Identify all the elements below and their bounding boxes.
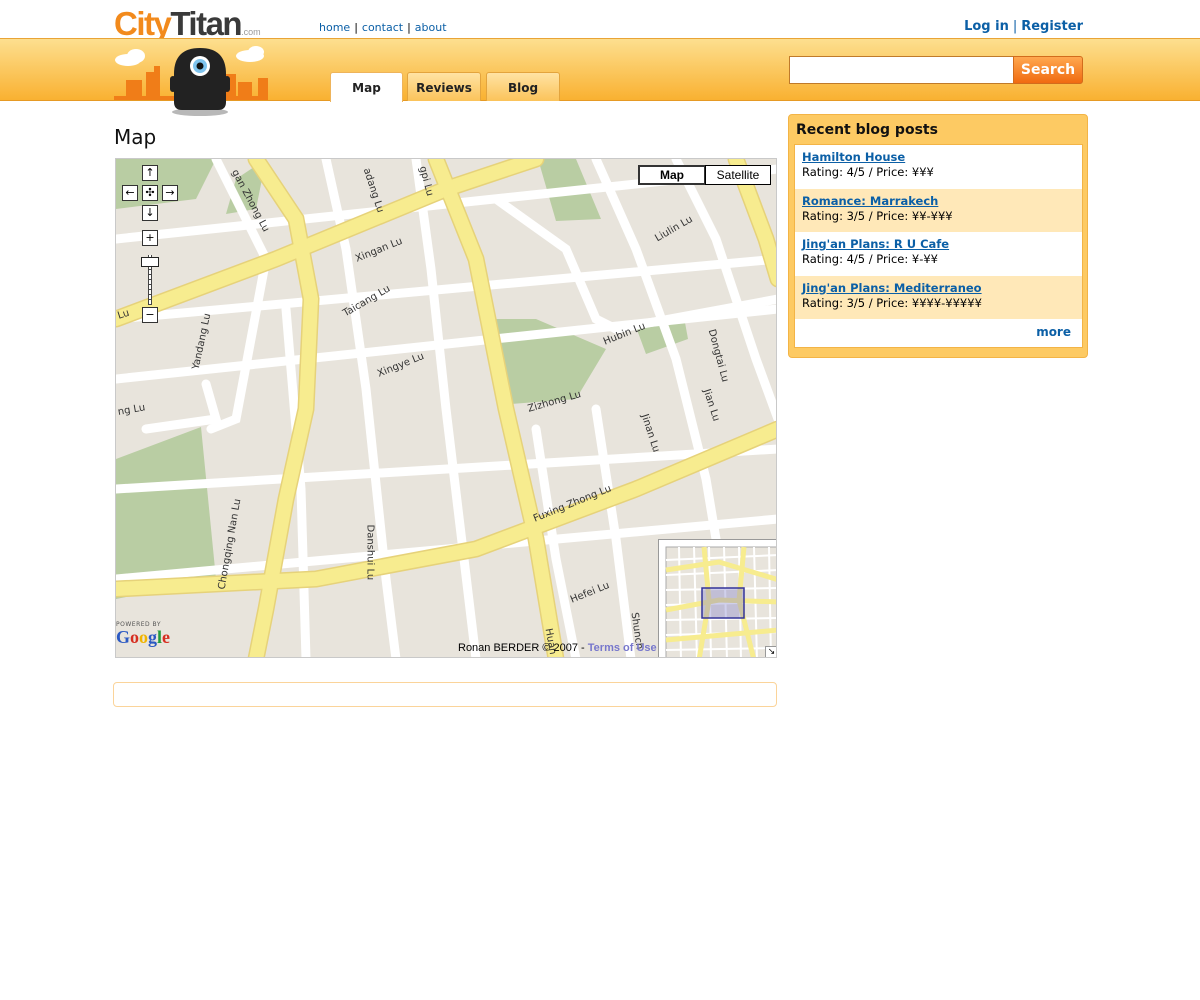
map-view[interactable]: gan Zhong Lu adang Lu gpi Lu Xingan Lu L… bbox=[115, 158, 777, 658]
mascot-skyline-illustration bbox=[114, 46, 268, 116]
overview-toggle-icon[interactable]: ↘ bbox=[765, 646, 776, 657]
recent-blog-posts-panel: Recent blog posts Hamilton House Rating:… bbox=[788, 114, 1088, 358]
home-link[interactable]: home bbox=[319, 21, 350, 34]
post-title-link[interactable]: Hamilton House bbox=[802, 150, 1075, 165]
map-type-satellite-button[interactable]: Satellite bbox=[705, 165, 771, 185]
zoom-out-icon[interactable]: − bbox=[142, 307, 158, 323]
pan-up-icon[interactable]: ↑ bbox=[142, 165, 158, 181]
google-logo[interactable]: POWERED BY Google bbox=[116, 621, 170, 646]
list-item: Jing'an Plans: Mediterraneo Rating: 3/5 … bbox=[795, 275, 1082, 319]
map-copyright: Ronan BERDER © 2007 - Terms of Use bbox=[458, 642, 657, 654]
pan-down-icon[interactable]: ↓ bbox=[142, 205, 158, 221]
more-link[interactable]: more bbox=[1036, 325, 1071, 339]
google-wordmark: Google bbox=[116, 627, 171, 647]
logo-titan-text: Titan bbox=[170, 5, 242, 42]
zoom-in-icon[interactable]: + bbox=[142, 230, 158, 246]
post-title-link[interactable]: Jing'an Plans: Mediterraneo bbox=[802, 281, 1075, 296]
tab-blog[interactable]: Blog bbox=[486, 72, 560, 101]
map-type-map-button[interactable]: Map bbox=[638, 165, 706, 185]
nav-separator: | bbox=[354, 21, 358, 34]
tab-map[interactable]: Map bbox=[330, 72, 403, 102]
pan-right-icon[interactable]: → bbox=[162, 185, 178, 201]
list-item: Hamilton House Rating: 4/5 / Price: ¥¥¥ bbox=[795, 145, 1082, 189]
top-nav: home | contact | about bbox=[319, 21, 447, 34]
register-link[interactable]: Register bbox=[1021, 19, 1083, 34]
zoom-slider-thumb[interactable] bbox=[141, 257, 159, 267]
auth-separator: | bbox=[1012, 19, 1018, 34]
list-item: Romance: Marrakech Rating: 3/5 / Price: … bbox=[795, 188, 1082, 232]
overview-map[interactable]: ↘ bbox=[658, 539, 776, 657]
post-info: Rating: 4/5 / Price: ¥¥¥ bbox=[802, 165, 934, 179]
pan-center-icon[interactable]: ✣ bbox=[142, 185, 158, 201]
logo-city-text: City bbox=[114, 5, 172, 42]
nav-separator: | bbox=[407, 21, 411, 34]
contact-link[interactable]: contact bbox=[362, 21, 403, 34]
search-input[interactable] bbox=[789, 56, 1015, 84]
auth-links: Log in | Register bbox=[964, 19, 1083, 34]
overview-map-tiles bbox=[665, 546, 776, 657]
logo-dotcom-text: .com bbox=[241, 27, 261, 37]
more-row: more bbox=[795, 319, 1082, 347]
post-title-link[interactable]: Jing'an Plans: R U Cafe bbox=[802, 237, 1075, 252]
post-info: Rating: 3/5 / Price: ¥¥¥¥-¥¥¥¥¥ bbox=[802, 295, 982, 310]
blog-post-list: Hamilton House Rating: 4/5 / Price: ¥¥¥ … bbox=[794, 144, 1083, 348]
page-title: Map bbox=[114, 125, 157, 149]
page: CityTitan.com home | contact | about Log in |… bbox=[0, 0, 1200, 1000]
tab-reviews[interactable]: Reviews bbox=[407, 72, 481, 101]
list-item: Jing'an Plans: R U Cafe Rating: 4/5 / Pr… bbox=[795, 232, 1082, 276]
top-bar: CityTitan.com home | contact | about Log in |… bbox=[0, 0, 1200, 42]
post-info: Rating: 4/5 / Price: ¥-¥¥ bbox=[802, 252, 938, 266]
post-info: Rating: 3/5 / Price: ¥¥-¥¥¥ bbox=[802, 208, 953, 223]
search-button[interactable]: Search bbox=[1013, 56, 1083, 84]
about-link[interactable]: about bbox=[415, 21, 447, 34]
terms-of-use-link[interactable]: Terms of Use bbox=[588, 642, 657, 654]
pan-left-icon[interactable]: ← bbox=[122, 185, 138, 201]
street-label: Danshui Lu bbox=[364, 524, 376, 581]
login-link[interactable]: Log in bbox=[964, 19, 1009, 34]
copyright-text: Ronan BERDER © 2007 - bbox=[458, 642, 588, 654]
post-title-link[interactable]: Romance: Marrakech bbox=[802, 194, 1075, 209]
sidebar-title: Recent blog posts bbox=[796, 122, 938, 138]
empty-content-panel bbox=[113, 682, 777, 707]
